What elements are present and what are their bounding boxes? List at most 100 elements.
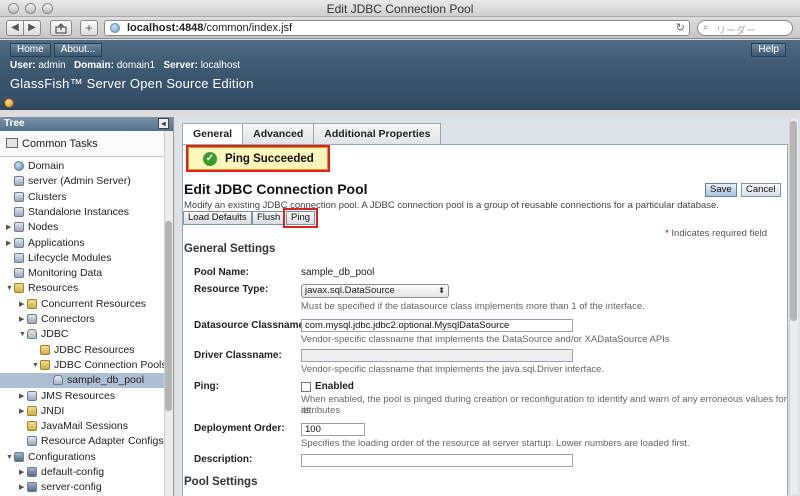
tree-scroll-thumb[interactable] <box>165 221 172 411</box>
masthead-status-band <box>0 96 800 110</box>
tree-item-label: Configurations <box>28 450 96 463</box>
tree-item-resources[interactable]: ▼ Resources <box>0 281 164 296</box>
tree-item-resource-adapter-configs[interactable]: Resource Adapter Configs <box>0 434 164 449</box>
deployment-order-input[interactable] <box>301 423 365 436</box>
flush-button[interactable]: Flush <box>252 211 286 225</box>
cfg-icon <box>14 451 24 462</box>
tree-item-server-admin-server[interactable]: server (Admin Server) <box>0 174 164 189</box>
tree-item-applications[interactable]: ▶ Applications <box>0 236 164 251</box>
tree-item-javamail-sessions[interactable]: JavaMail Sessions <box>0 419 164 434</box>
required-field-note: * Indicates required field <box>665 228 767 239</box>
search-icon: ⌕ <box>703 22 709 33</box>
driver-classname-input[interactable] <box>301 349 573 362</box>
tree-item-monitoring-data[interactable]: Monitoring Data <box>0 266 164 281</box>
tree-item-label: Standalone Instances <box>28 205 129 218</box>
about-button[interactable]: About... <box>53 43 103 57</box>
tree-item-jndi[interactable]: ▶ JNDI <box>0 404 164 419</box>
url-host: localhost:4848 <box>127 22 204 34</box>
navigation-tree: Tree ◂ Common Tasks Domain server (Admin … <box>0 117 174 496</box>
collapsed-arrow-icon[interactable]: ▶ <box>19 465 27 480</box>
tree-item-jdbc-connection-pools[interactable]: ▼ JDBC Connection Pools <box>0 358 167 373</box>
save-button[interactable]: Save <box>705 183 737 197</box>
main-scrollbar[interactable] <box>789 119 798 494</box>
expanded-arrow-icon[interactable]: ▼ <box>6 450 14 465</box>
tree-scrollbar[interactable] <box>164 131 173 496</box>
tree-item-connectors[interactable]: ▶ Connectors <box>0 312 164 327</box>
expanded-arrow-icon[interactable]: ▼ <box>19 327 27 342</box>
forward-button[interactable]: ▶ <box>23 20 41 36</box>
server-icon <box>14 176 24 187</box>
resource-type-select[interactable]: javax.sql.DataSource ⬍ <box>301 284 449 298</box>
collapse-tree-button[interactable]: ◂ <box>158 118 169 129</box>
tree-item-label: server-config <box>41 481 102 494</box>
common-tasks-label: Common Tasks <box>22 138 98 150</box>
tree-item-server-config[interactable]: ▶ server-config <box>0 480 164 495</box>
ping-button[interactable]: Ping <box>282 208 319 228</box>
tab-general[interactable]: General <box>182 123 244 145</box>
ping-enabled-checkbox[interactable] <box>301 382 311 392</box>
adapter-icon <box>27 436 37 447</box>
common-tasks-link[interactable]: Common Tasks <box>0 131 173 157</box>
server-label: Server: <box>163 60 198 71</box>
globe-icon <box>14 161 24 171</box>
domain-label: Domain: <box>73 60 114 71</box>
tree-item-sample-db-pool[interactable]: sample_db_pool <box>0 373 164 389</box>
tree-item-label: Lifecycle Modules <box>28 251 112 264</box>
driver-classname-label: Driver Classname: <box>194 350 282 361</box>
tree-item-jms-resources[interactable]: ▶ JMS Resources <box>0 389 164 404</box>
datasource-classname-input[interactable] <box>301 319 573 332</box>
collapsed-arrow-icon[interactable]: ▶ <box>19 480 27 495</box>
tree-item-label: server (Admin Server) <box>28 175 131 188</box>
collapsed-arrow-icon[interactable]: ▶ <box>6 236 14 251</box>
tree-item-concurrent-resources[interactable]: ▶ Concurrent Resources <box>0 297 164 312</box>
collapsed-arrow-icon[interactable]: ▶ <box>6 220 14 235</box>
help-button[interactable]: Help <box>751 43 786 57</box>
tree-item-label: JNDI <box>41 404 65 417</box>
collapsed-arrow-icon[interactable]: ▶ <box>19 312 27 327</box>
load-defaults-button[interactable]: Load Defaults <box>183 211 252 225</box>
tree-item-configurations[interactable]: ▼ Configurations <box>0 450 164 465</box>
reload-icon[interactable]: ↻ <box>676 21 685 34</box>
user-info: User: admin Domain: domain1 Server: loca… <box>10 60 240 71</box>
tree-item-label: Nodes <box>28 221 59 234</box>
ping-label: Ping: <box>194 381 219 392</box>
tree-item-clusters[interactable]: Clusters <box>0 190 164 205</box>
user-value: admin <box>38 60 66 71</box>
folder-icon <box>27 298 37 309</box>
tab-advanced[interactable]: Advanced <box>242 123 315 144</box>
description-input[interactable] <box>301 454 573 467</box>
tree-item-jdbc-resources[interactable]: JDBC Resources <box>0 343 164 358</box>
tree-item-label: Concurrent Resources <box>41 297 147 310</box>
collapsed-arrow-icon[interactable]: ▶ <box>19 389 27 404</box>
tree-item-label: Monitoring Data <box>28 267 103 280</box>
cancel-button[interactable]: Cancel <box>741 183 781 197</box>
collapsed-arrow-icon[interactable]: ▶ <box>19 297 27 312</box>
tree-item-nodes[interactable]: ▶ Nodes <box>0 220 164 235</box>
product-name: GlassFish™ Server Open Source Edition <box>10 76 254 91</box>
collapsed-arrow-icon[interactable]: ▶ <box>19 404 27 419</box>
tree-item-jdbc[interactable]: ▼ JDBC <box>0 327 164 342</box>
main-scroll-thumb[interactable] <box>790 121 797 321</box>
expanded-arrow-icon[interactable]: ▼ <box>32 358 40 373</box>
tree-item-label: Connectors <box>41 313 95 325</box>
tree-item-label: Resources <box>28 282 79 295</box>
address-bar[interactable]: localhost:4848/common/index.jsf ↻ <box>104 20 690 36</box>
expanded-arrow-icon[interactable]: ▼ <box>6 281 14 296</box>
tab-additional-properties[interactable]: Additional Properties <box>313 123 442 144</box>
tree-item-label: JavaMail Sessions <box>41 420 128 433</box>
url-path: /common/index.jsf <box>203 22 293 34</box>
tree-item-lifecycle-modules[interactable]: Lifecycle Modules <box>0 251 164 266</box>
server-value: localhost <box>200 60 241 71</box>
tree-item-standalone-instances[interactable]: Standalone Instances <box>0 205 164 220</box>
cfg-icon <box>27 467 37 477</box>
tree-item-domain[interactable]: Domain <box>0 159 164 174</box>
status-icon <box>4 98 14 108</box>
back-button[interactable]: ◀ <box>6 20 24 36</box>
tree-item-default-config[interactable]: ▶ default-config <box>0 465 164 480</box>
domain-value: domain1 <box>116 60 156 71</box>
monitoring-icon <box>14 268 24 279</box>
new-tab-button[interactable]: + <box>80 20 98 36</box>
reader-field[interactable]: ⌕ リーダー <box>697 20 793 37</box>
home-button[interactable]: Home <box>10 43 51 57</box>
share-button[interactable] <box>50 20 72 36</box>
